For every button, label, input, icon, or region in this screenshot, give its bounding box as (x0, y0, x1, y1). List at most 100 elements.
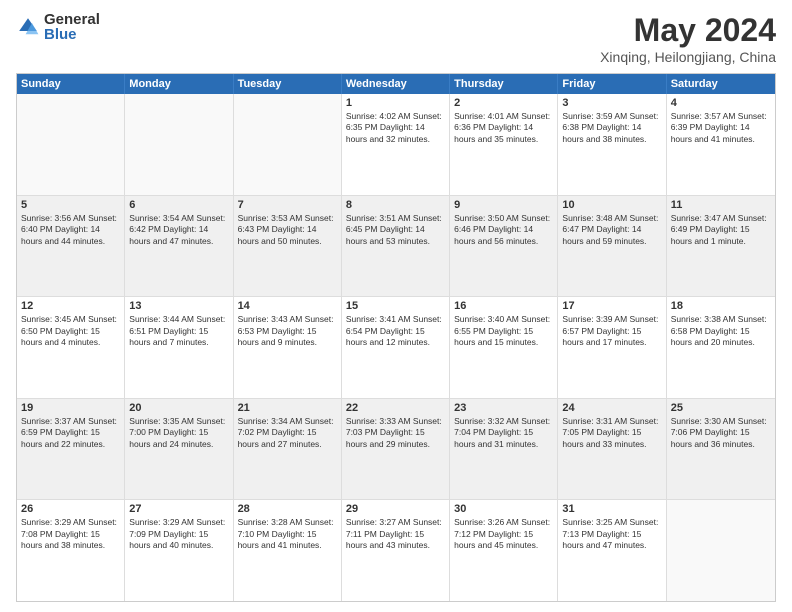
cell-info: Sunrise: 3:50 AM Sunset: 6:46 PM Dayligh… (454, 213, 553, 247)
calendar: Sunday Monday Tuesday Wednesday Thursday… (16, 73, 776, 602)
day-number: 20 (129, 402, 228, 414)
cell-info: Sunrise: 3:32 AM Sunset: 7:04 PM Dayligh… (454, 416, 553, 450)
cal-cell-r4c1: 27 Sunrise: 3:29 AM Sunset: 7:09 PM Dayli… (125, 500, 233, 601)
cell-info: Sunrise: 3:57 AM Sunset: 6:39 PM Dayligh… (671, 111, 771, 145)
day-number: 31 (562, 503, 661, 515)
cell-info: Sunrise: 3:37 AM Sunset: 6:59 PM Dayligh… (21, 416, 120, 450)
day-number: 22 (346, 402, 445, 414)
logo: General Blue (16, 12, 100, 42)
day-number: 1 (346, 97, 445, 109)
calendar-row-5: 26 Sunrise: 3:29 AM Sunset: 7:08 PM Dayli… (17, 499, 775, 601)
header-tuesday: Tuesday (234, 74, 342, 94)
cal-cell-r1c0: 5 Sunrise: 3:56 AM Sunset: 6:40 PM Daylig… (17, 196, 125, 297)
cal-cell-r0c2 (234, 94, 342, 195)
calendar-row-1: 1 Sunrise: 4:02 AM Sunset: 6:35 PM Daylig… (17, 94, 775, 195)
cell-info: Sunrise: 3:48 AM Sunset: 6:47 PM Dayligh… (562, 213, 661, 247)
cal-cell-r0c5: 3Sunrise: 3:59 AM Sunset: 6:38 PM Daylig… (558, 94, 666, 195)
title-location: Xinqing, Heilongjiang, China (600, 49, 776, 65)
cal-cell-r4c0: 26 Sunrise: 3:29 AM Sunset: 7:08 PM Dayli… (17, 500, 125, 601)
day-number: 18 (671, 300, 771, 312)
header-sunday: Sunday (17, 74, 125, 94)
day-number: 23 (454, 402, 553, 414)
day-number: 19 (21, 402, 120, 414)
day-number: 21 (238, 402, 337, 414)
day-number: 9 (454, 199, 553, 211)
day-number: 26 (21, 503, 120, 515)
day-number: 12 (21, 300, 120, 312)
calendar-row-4: 19 Sunrise: 3:37 AM Sunset: 6:59 PM Dayli… (17, 398, 775, 500)
header-thursday: Thursday (450, 74, 558, 94)
cell-info: Sunrise: 3:34 AM Sunset: 7:02 PM Dayligh… (238, 416, 337, 450)
cell-info: Sunrise: 3:54 AM Sunset: 6:42 PM Dayligh… (129, 213, 228, 247)
cell-info: Sunrise: 3:38 AM Sunset: 6:58 PM Dayligh… (671, 314, 771, 348)
cell-info: Sunrise: 3:41 AM Sunset: 6:54 PM Dayligh… (346, 314, 445, 348)
cal-cell-r1c5: 10 Sunrise: 3:48 AM Sunset: 6:47 PM Dayli… (558, 196, 666, 297)
cell-info: Sunrise: 3:33 AM Sunset: 7:03 PM Dayligh… (346, 416, 445, 450)
day-number: 8 (346, 199, 445, 211)
day-number: 10 (562, 199, 661, 211)
day-number: 30 (454, 503, 553, 515)
cell-info: Sunrise: 3:25 AM Sunset: 7:13 PM Dayligh… (562, 517, 661, 551)
day-number: 3 (562, 97, 661, 109)
header-monday: Monday (125, 74, 233, 94)
cell-info: Sunrise: 3:51 AM Sunset: 6:45 PM Dayligh… (346, 213, 445, 247)
cell-info: Sunrise: 3:31 AM Sunset: 7:05 PM Dayligh… (562, 416, 661, 450)
cal-cell-r3c0: 19 Sunrise: 3:37 AM Sunset: 6:59 PM Dayli… (17, 399, 125, 500)
cal-cell-r2c6: 18 Sunrise: 3:38 AM Sunset: 6:58 PM Dayli… (667, 297, 775, 398)
cell-info: Sunrise: 3:29 AM Sunset: 7:08 PM Dayligh… (21, 517, 120, 551)
logo-text: General Blue (44, 12, 100, 42)
cal-cell-r0c4: 2Sunrise: 4:01 AM Sunset: 6:36 PM Daylig… (450, 94, 558, 195)
cal-cell-r3c3: 22 Sunrise: 3:33 AM Sunset: 7:03 PM Dayli… (342, 399, 450, 500)
cal-cell-r3c1: 20 Sunrise: 3:35 AM Sunset: 7:00 PM Dayli… (125, 399, 233, 500)
cell-info: Sunrise: 3:45 AM Sunset: 6:50 PM Dayligh… (21, 314, 120, 348)
cal-cell-r2c5: 17Sunrise: 3:39 AM Sunset: 6:57 PM Dayli… (558, 297, 666, 398)
day-number: 4 (671, 97, 771, 109)
cell-info: Sunrise: 3:44 AM Sunset: 6:51 PM Dayligh… (129, 314, 228, 348)
cal-cell-r2c3: 15 Sunrise: 3:41 AM Sunset: 6:54 PM Dayli… (342, 297, 450, 398)
day-number: 27 (129, 503, 228, 515)
header-saturday: Saturday (667, 74, 775, 94)
day-number: 13 (129, 300, 228, 312)
day-number: 5 (21, 199, 120, 211)
cal-cell-r3c5: 24Sunrise: 3:31 AM Sunset: 7:05 PM Dayli… (558, 399, 666, 500)
cell-info: Sunrise: 4:02 AM Sunset: 6:35 PM Dayligh… (346, 111, 445, 145)
cal-cell-r2c1: 13 Sunrise: 3:44 AM Sunset: 6:51 PM Dayli… (125, 297, 233, 398)
day-number: 25 (671, 402, 771, 414)
cal-cell-r1c4: 9 Sunrise: 3:50 AM Sunset: 6:46 PM Daylig… (450, 196, 558, 297)
cell-info: Sunrise: 3:56 AM Sunset: 6:40 PM Dayligh… (21, 213, 120, 247)
cal-cell-r2c4: 16Sunrise: 3:40 AM Sunset: 6:55 PM Dayli… (450, 297, 558, 398)
cell-info: Sunrise: 3:35 AM Sunset: 7:00 PM Dayligh… (129, 416, 228, 450)
cell-info: Sunrise: 3:29 AM Sunset: 7:09 PM Dayligh… (129, 517, 228, 551)
day-number: 14 (238, 300, 337, 312)
cal-cell-r0c6: 4 Sunrise: 3:57 AM Sunset: 6:39 PM Daylig… (667, 94, 775, 195)
logo-blue-label: Blue (44, 27, 100, 42)
cal-cell-r2c2: 14 Sunrise: 3:43 AM Sunset: 6:53 PM Dayli… (234, 297, 342, 398)
cal-cell-r4c5: 31 Sunrise: 3:25 AM Sunset: 7:13 PM Dayli… (558, 500, 666, 601)
cal-cell-r0c1 (125, 94, 233, 195)
cal-cell-r3c6: 25Sunrise: 3:30 AM Sunset: 7:06 PM Dayli… (667, 399, 775, 500)
cal-cell-r1c1: 6 Sunrise: 3:54 AM Sunset: 6:42 PM Daylig… (125, 196, 233, 297)
calendar-row-2: 5 Sunrise: 3:56 AM Sunset: 6:40 PM Daylig… (17, 195, 775, 297)
day-number: 7 (238, 199, 337, 211)
logo-general-label: General (44, 12, 100, 27)
day-number: 2 (454, 97, 553, 109)
day-number: 15 (346, 300, 445, 312)
cal-cell-r1c2: 7 Sunrise: 3:53 AM Sunset: 6:43 PM Daylig… (234, 196, 342, 297)
header-wednesday: Wednesday (342, 74, 450, 94)
cell-info: Sunrise: 3:53 AM Sunset: 6:43 PM Dayligh… (238, 213, 337, 247)
calendar-body: 1 Sunrise: 4:02 AM Sunset: 6:35 PM Daylig… (17, 94, 775, 601)
header: General Blue May 2024 Xinqing, Heilongji… (16, 12, 776, 65)
cal-cell-r2c0: 12 Sunrise: 3:45 AM Sunset: 6:50 PM Dayli… (17, 297, 125, 398)
cell-info: Sunrise: 3:47 AM Sunset: 6:49 PM Dayligh… (671, 213, 771, 247)
day-number: 28 (238, 503, 337, 515)
cell-info: Sunrise: 3:39 AM Sunset: 6:57 PM Dayligh… (562, 314, 661, 348)
title-month: May 2024 (600, 12, 776, 49)
logo-icon (16, 15, 40, 39)
day-number: 6 (129, 199, 228, 211)
day-number: 29 (346, 503, 445, 515)
cell-info: Sunrise: 3:43 AM Sunset: 6:53 PM Dayligh… (238, 314, 337, 348)
cell-info: Sunrise: 3:26 AM Sunset: 7:12 PM Dayligh… (454, 517, 553, 551)
cell-info: Sunrise: 3:40 AM Sunset: 6:55 PM Dayligh… (454, 314, 553, 348)
cal-cell-r4c3: 29Sunrise: 3:27 AM Sunset: 7:11 PM Dayli… (342, 500, 450, 601)
calendar-header: Sunday Monday Tuesday Wednesday Thursday… (17, 74, 775, 94)
